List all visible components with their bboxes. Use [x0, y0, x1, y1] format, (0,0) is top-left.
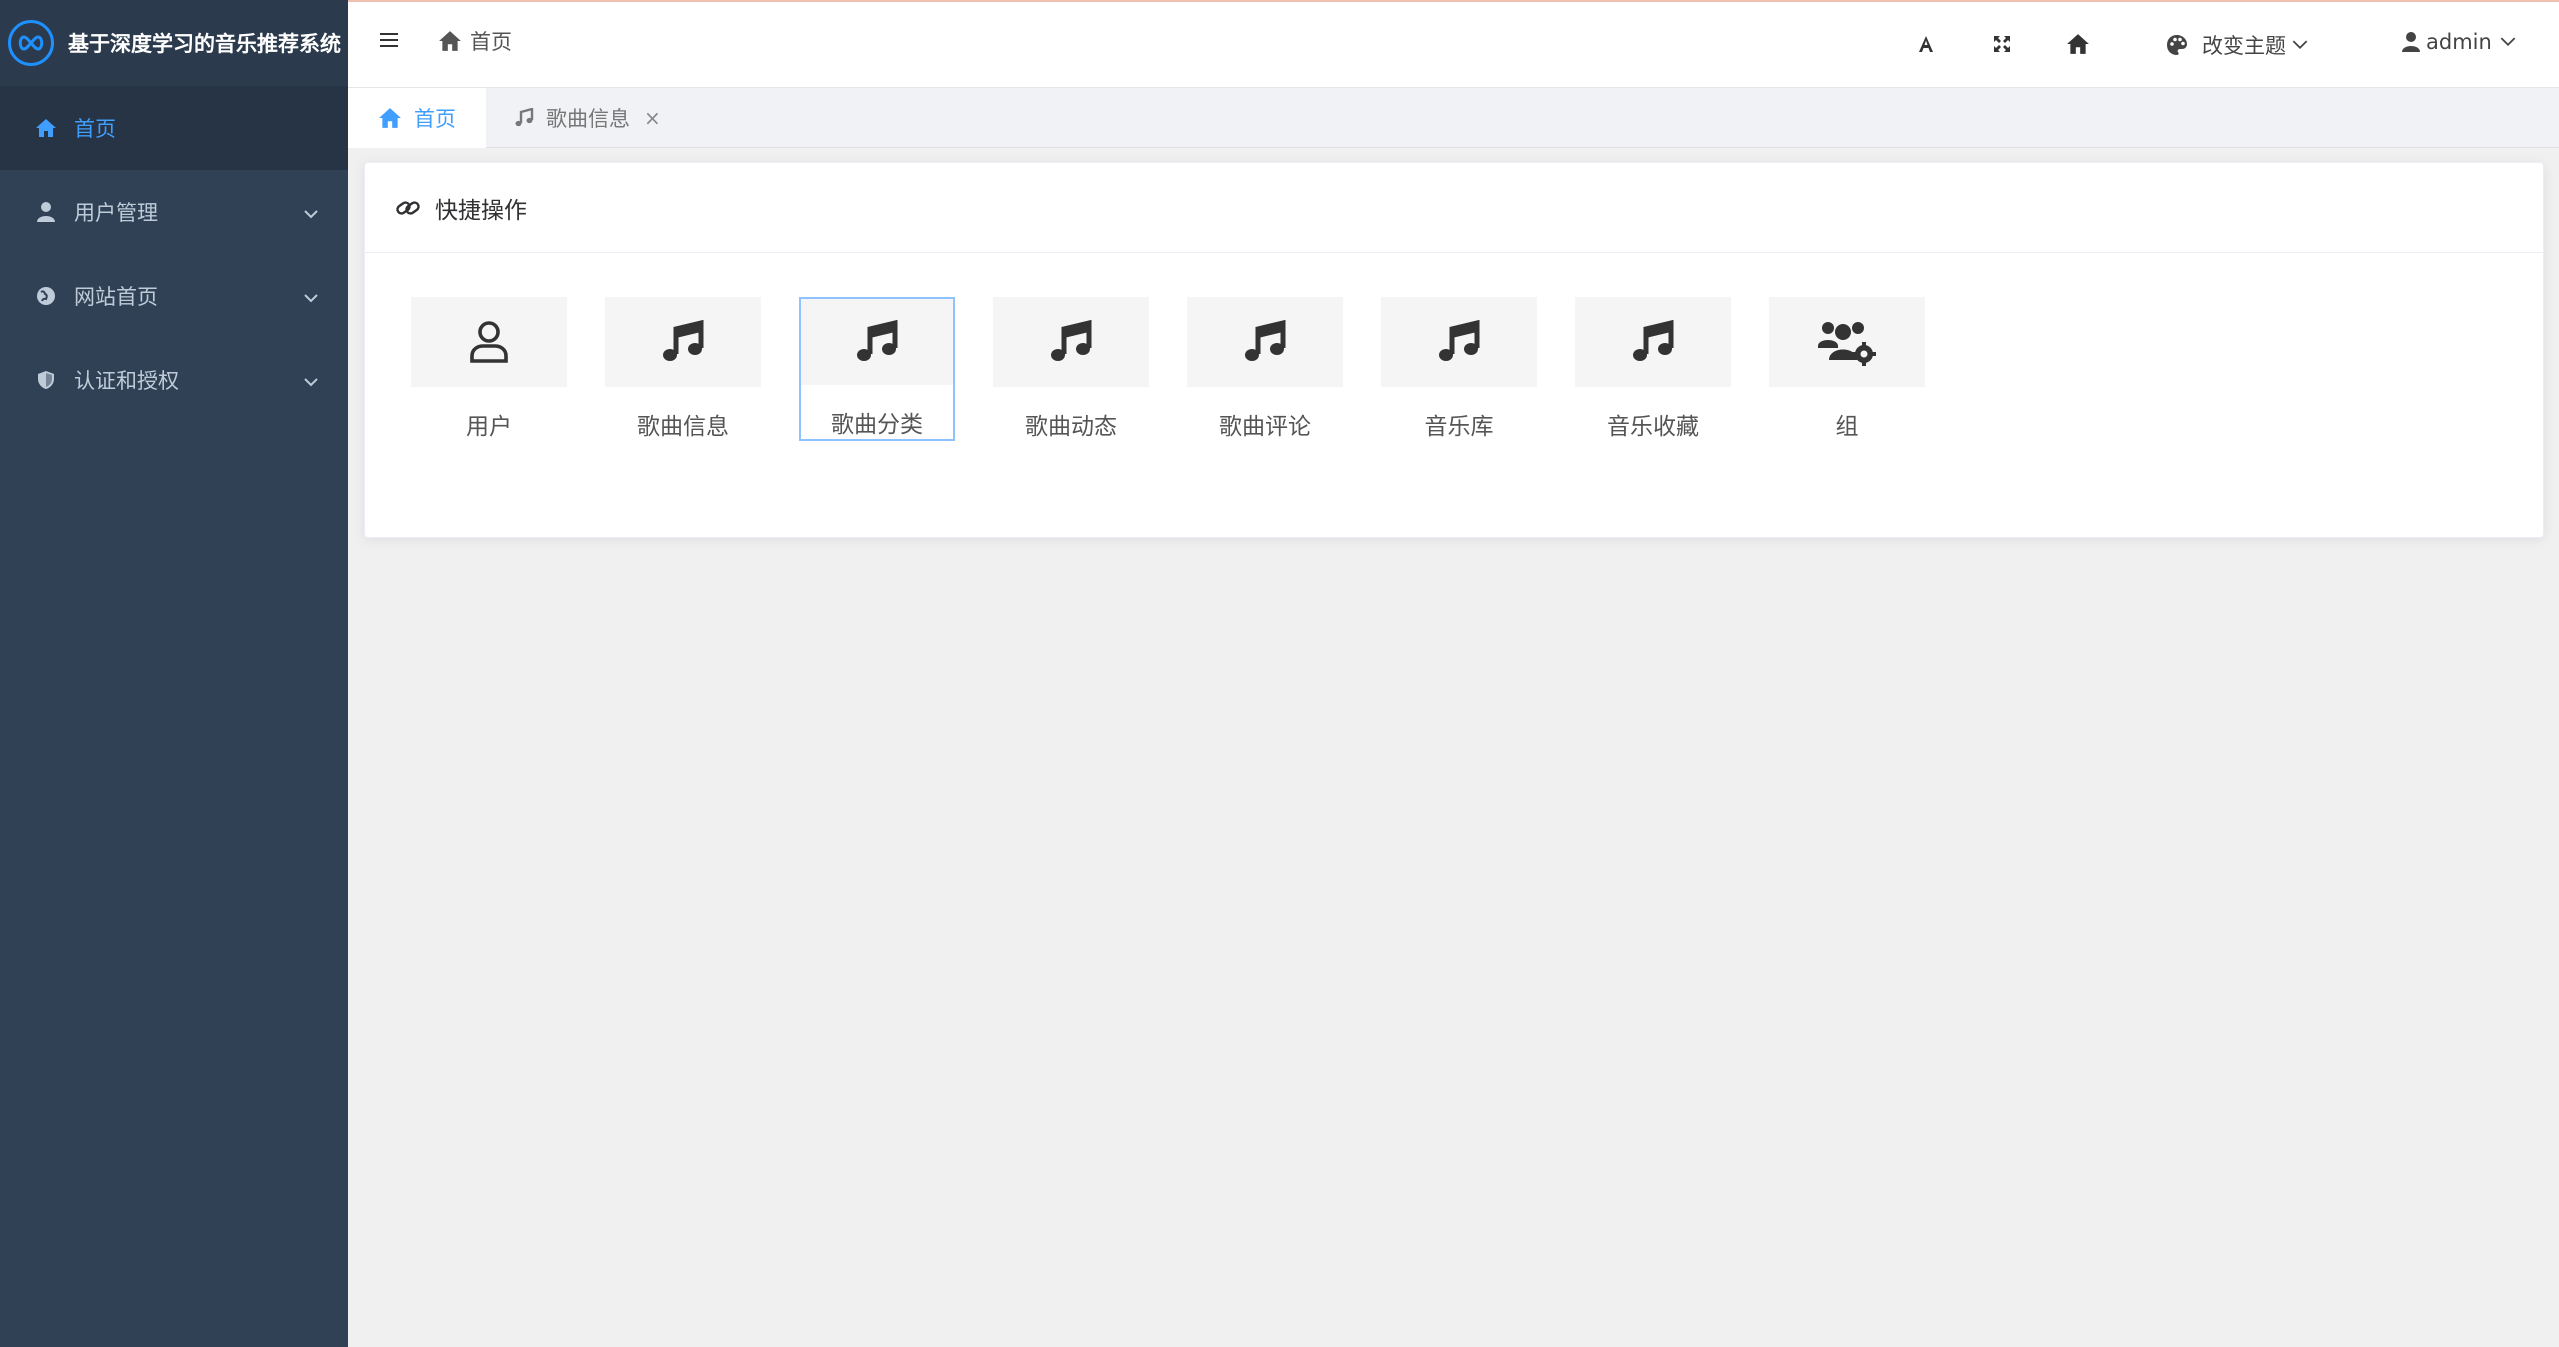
- app-title: 基于深度学习的音乐推荐系统: [68, 32, 341, 56]
- user-outline-icon: [470, 321, 508, 363]
- shortcut-icon-box: [605, 297, 761, 387]
- music-icon: [1245, 320, 1286, 361]
- theme-dropdown[interactable]: 改变主题: [2166, 30, 2308, 60]
- card-title: 快捷操作: [435, 197, 527, 224]
- music-icon: [857, 320, 898, 361]
- chevron-down-icon: [2292, 40, 2308, 50]
- close-icon[interactable]: ×: [644, 106, 661, 130]
- home-icon: [439, 31, 461, 51]
- chevron-down-icon: [304, 368, 318, 392]
- shortcut-label: 组: [1835, 414, 1859, 440]
- hamburger-menu-icon[interactable]: [378, 30, 400, 52]
- music-icon: [515, 108, 534, 127]
- sidebar-item-home[interactable]: 首页: [0, 86, 348, 170]
- chevron-down-icon: [2500, 37, 2516, 47]
- shortcut-icon-box: [1769, 297, 1925, 387]
- shortcut-song-comments[interactable]: 歌曲评论: [1187, 297, 1343, 441]
- username-label: admin: [2426, 30, 2492, 54]
- sidebar-item-auth[interactable]: 认证和授权: [0, 338, 348, 422]
- shortcut-label: 歌曲动态: [1025, 414, 1117, 440]
- music-icon: [1439, 320, 1480, 361]
- tab-label: 歌曲信息: [546, 107, 630, 131]
- shortcut-label: 歌曲评论: [1219, 414, 1311, 440]
- top-header: 首页 改变主题 admin: [348, 0, 2559, 88]
- user-dropdown[interactable]: admin: [2402, 30, 2516, 54]
- sidebar-item-label: 首页: [74, 117, 116, 141]
- sidebar-item-label: 认证和授权: [74, 369, 179, 393]
- logo-icon: [8, 20, 54, 66]
- tab-song-info[interactable]: 歌曲信息 ×: [514, 88, 661, 148]
- shortcut-icon-box: [993, 297, 1149, 387]
- sidebar-item-label: 网站首页: [74, 285, 158, 309]
- shortcut-label: 歌曲信息: [637, 414, 729, 440]
- palette-icon: [2167, 35, 2187, 55]
- sidebar-item-user-management[interactable]: 用户管理: [0, 170, 348, 254]
- link-icon: [396, 200, 420, 215]
- tab-label: 首页: [414, 107, 456, 131]
- theme-label: 改变主题: [2202, 34, 2286, 58]
- shield-icon: [34, 368, 58, 392]
- home-icon[interactable]: [2066, 32, 2090, 56]
- shortcut-song-category[interactable]: 歌曲分类: [799, 297, 955, 441]
- music-icon: [1633, 320, 1674, 361]
- sidebar: 基于深度学习的音乐推荐系统 首页 用户管理 网站首页 认证和授权: [0, 0, 348, 1347]
- home-icon: [34, 116, 58, 140]
- shortcut-icon-box: [1381, 297, 1537, 387]
- shortcut-label: 用户: [466, 414, 512, 440]
- font-size-icon[interactable]: [1914, 32, 1938, 56]
- app-root: 基于深度学习的音乐推荐系统 首页 用户管理 网站首页 认证和授权 首页 改变主题…: [0, 0, 2559, 1347]
- users-cog-icon: [1818, 322, 1876, 366]
- music-icon: [1051, 320, 1092, 361]
- shortcut-groups[interactable]: 组: [1769, 297, 1925, 441]
- card-header: 快捷操作: [365, 163, 2543, 253]
- chevron-down-icon: [304, 284, 318, 308]
- shortcut-icon-box: [411, 297, 567, 387]
- shortcut-icon-box: [801, 299, 953, 385]
- shortcut-icon-box: [1187, 297, 1343, 387]
- shortcut-label: 音乐收藏: [1607, 414, 1699, 440]
- logo-bar[interactable]: 基于深度学习的音乐推荐系统: [0, 0, 348, 86]
- globe-icon: [34, 284, 58, 308]
- tab-home[interactable]: 首页: [348, 88, 486, 148]
- fullscreen-icon[interactable]: [1990, 32, 2014, 56]
- sidebar-item-website-home[interactable]: 网站首页: [0, 254, 348, 338]
- shortcut-music-favorites[interactable]: 音乐收藏: [1575, 297, 1731, 441]
- shortcut-user[interactable]: 用户: [411, 297, 567, 441]
- shortcut-song-activity[interactable]: 歌曲动态: [993, 297, 1149, 441]
- music-icon: [663, 320, 704, 361]
- breadcrumb[interactable]: 首页: [438, 26, 512, 56]
- quick-actions-card: 快捷操作 用户 歌曲信息 歌曲分类 歌曲动态 歌曲评论 音乐库 音乐收藏 组: [364, 162, 2544, 538]
- shortcut-music-library[interactable]: 音乐库: [1381, 297, 1537, 441]
- shortcut-label: 音乐库: [1424, 414, 1494, 440]
- shortcut-icon-box: [1575, 297, 1731, 387]
- tab-bar: 首页 歌曲信息 ×: [348, 88, 2559, 148]
- shortcut-song-info[interactable]: 歌曲信息: [605, 297, 761, 441]
- user-icon: [2402, 32, 2420, 52]
- home-icon: [379, 108, 401, 128]
- chevron-down-icon: [304, 200, 318, 224]
- sidebar-item-label: 用户管理: [74, 201, 158, 225]
- user-icon: [34, 200, 58, 224]
- breadcrumb-label: 首页: [470, 30, 512, 54]
- shortcut-label: 歌曲分类: [831, 412, 923, 438]
